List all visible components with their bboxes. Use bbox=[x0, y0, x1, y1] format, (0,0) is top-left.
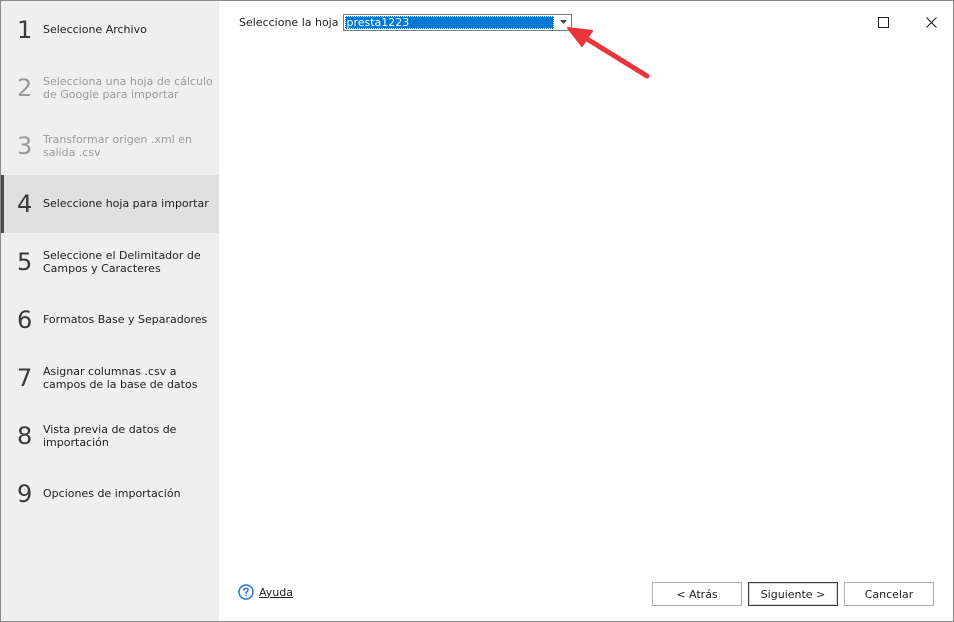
step-label: Seleccione el Delimitador de Campos y Ca… bbox=[43, 249, 201, 275]
step-2[interactable]: 2 Selecciona una hoja de cálculo de Goog… bbox=[1, 59, 219, 117]
step-number: 5 bbox=[17, 248, 33, 276]
step-number: 9 bbox=[17, 480, 33, 508]
maximize-icon bbox=[877, 16, 889, 28]
step-9[interactable]: 9 Opciones de importación bbox=[1, 465, 219, 523]
step-label: Opciones de importación bbox=[43, 487, 181, 500]
step-6[interactable]: 6 Formatos Base y Separadores bbox=[1, 291, 219, 349]
step-3[interactable]: 3 Transformar origen .xml en salida .csv bbox=[1, 117, 219, 175]
step-number: 4 bbox=[17, 190, 33, 218]
close-icon bbox=[925, 16, 937, 28]
close-button[interactable] bbox=[918, 9, 944, 35]
step-1[interactable]: 1 Seleccione Archivo bbox=[1, 1, 219, 59]
step-number: 3 bbox=[17, 132, 33, 160]
import-wizard-window: 1 Seleccione Archivo 2 Selecciona una ho… bbox=[0, 0, 954, 622]
help-label: Ayuda bbox=[259, 585, 293, 599]
sheet-dropdown-value: presta1223 bbox=[345, 15, 555, 29]
sheet-selector-row: Seleccione la hoja presta1223 bbox=[239, 13, 573, 31]
step-7[interactable]: 7 Asignar columnas .csv a campos de la b… bbox=[1, 349, 219, 407]
wizard-steps-sidebar: 1 Seleccione Archivo 2 Selecciona una ho… bbox=[1, 1, 219, 621]
step-number: 7 bbox=[17, 364, 33, 392]
step-label: Vista previa de datos de importación bbox=[43, 423, 177, 449]
cancel-button[interactable]: Cancelar bbox=[844, 582, 934, 606]
red-arrow-annotation bbox=[567, 27, 650, 79]
step-label: Seleccione Archivo bbox=[43, 23, 147, 36]
step-5[interactable]: 5 Seleccione el Delimitador de Campos y … bbox=[1, 233, 219, 291]
step-label: Formatos Base y Separadores bbox=[43, 313, 208, 326]
sheet-dropdown[interactable]: presta1223 bbox=[343, 13, 573, 31]
step-number: 2 bbox=[17, 74, 33, 102]
step-label: Selecciona una hoja de cálculo de Google… bbox=[43, 75, 213, 101]
step-number: 8 bbox=[17, 422, 33, 450]
help-icon bbox=[238, 584, 254, 600]
next-button[interactable]: Siguiente > bbox=[748, 582, 838, 606]
sheet-label: Seleccione la hoja bbox=[239, 15, 339, 29]
step-8[interactable]: 8 Vista previa de datos de importación bbox=[1, 407, 219, 465]
step-label: Seleccione hoja para importar bbox=[43, 197, 209, 210]
maximize-button[interactable] bbox=[870, 9, 896, 35]
back-button[interactable]: < Atrás bbox=[652, 582, 742, 606]
step-4[interactable]: 4 Seleccione hoja para importar bbox=[1, 175, 219, 233]
step-label: Asignar columnas .csv a campos de la bas… bbox=[43, 365, 198, 391]
step-number: 6 bbox=[17, 306, 33, 334]
help-link[interactable]: Ayuda bbox=[238, 584, 293, 600]
step-label: Transformar origen .xml en salida .csv bbox=[43, 133, 193, 159]
step-number: 1 bbox=[17, 16, 33, 44]
